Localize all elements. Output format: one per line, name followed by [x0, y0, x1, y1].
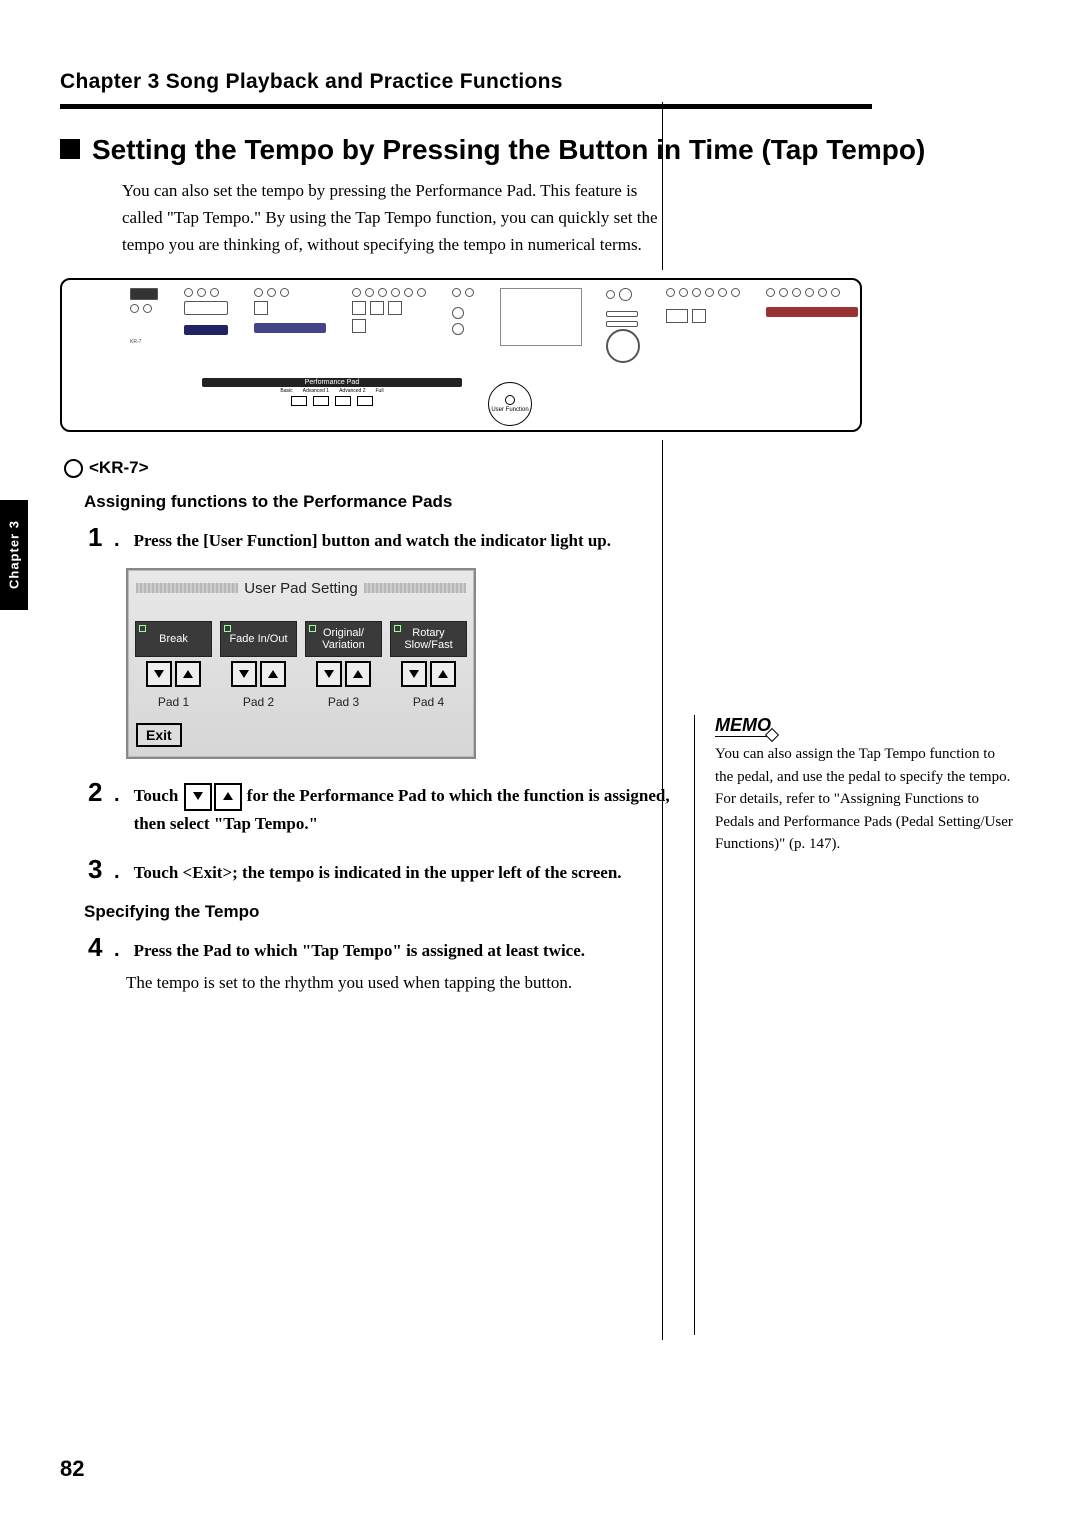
lcd-pad-cell[interactable]: Original/ Variation [305, 621, 382, 657]
perf-pad-button [357, 396, 373, 406]
arrow-up-icon[interactable] [430, 661, 456, 687]
step-2-text-a: Touch [134, 786, 183, 805]
step-4-text: Press the Pad to which "Tap Tempo" is as… [134, 938, 585, 964]
step-1-text: Press the [User Function] button and wat… [134, 528, 611, 554]
step-1: 1. Press the [User Function] button and … [88, 522, 678, 554]
arrow-down-icon[interactable] [316, 661, 342, 687]
step-3: 3. Touch <Exit>; the tempo is indicated … [88, 854, 678, 886]
intro-paragraph: You can also set the tempo by pressing t… [122, 177, 662, 259]
performance-pad-label: Performance Pad [202, 378, 462, 387]
arrow-up-icon [214, 783, 242, 811]
arrow-down-icon[interactable] [146, 661, 172, 687]
step-number: 2 [88, 777, 110, 808]
perf-btn-label: Advanced 2 [339, 388, 365, 394]
lcd-pad-col: Fade In/Out Pad 2 [221, 621, 296, 709]
chapter-side-tab: Chapter 3 [0, 500, 28, 610]
subheading-assigning: Assigning functions to the Performance P… [84, 492, 1020, 512]
step-4-subtext: The tempo is set to the rhythm you used … [126, 969, 686, 996]
arrow-up-icon[interactable] [345, 661, 371, 687]
memo-text: You can also assign the Tap Tempo functi… [715, 743, 1015, 856]
perf-pad-button [291, 396, 307, 406]
step-number: 4 [88, 932, 110, 963]
lcd-title-decoration-icon [136, 583, 238, 593]
column-divider-upper [662, 102, 663, 270]
memo-column: MEMO You can also assign the Tap Tempo f… [694, 715, 1015, 1335]
lcd-exit-button[interactable]: Exit [136, 723, 182, 747]
lcd-pad-label: Pad 3 [328, 695, 359, 709]
section-title-row: Setting the Tempo by Pressing the Button… [60, 133, 1020, 167]
arrow-down-icon [184, 783, 212, 811]
lcd-user-pad-setting: User Pad Setting Break Pad 1 Fade In/Out… [126, 568, 476, 759]
arrow-down-icon[interactable] [231, 661, 257, 687]
lcd-pad-cell[interactable]: Rotary Slow/Fast [390, 621, 467, 657]
arrow-up-icon[interactable] [175, 661, 201, 687]
column-divider-lower [662, 440, 663, 1340]
square-bullet-icon [60, 139, 80, 159]
perf-btn-label: Advanced 1 [303, 388, 329, 394]
chapter-header: Chapter 3 Song Playback and Practice Fun… [60, 70, 1020, 94]
memo-heading: MEMO [715, 715, 775, 737]
page: Chapter 3 Song Playback and Practice Fun… [0, 0, 1080, 1528]
lcd-pad-col: Break Pad 1 [136, 621, 211, 709]
lcd-pad-label: Pad 4 [413, 695, 444, 709]
step-2-text: Touch for the Performance Pad to which t… [134, 783, 678, 837]
section-title: Setting the Tempo by Pressing the Button… [92, 133, 925, 167]
lcd-pad-col: Rotary Slow/Fast Pad 4 [391, 621, 466, 709]
intro-column: You can also set the tempo by pressing t… [122, 177, 682, 259]
user-function-circle: User Function [488, 382, 532, 426]
step-number: 1 [88, 522, 110, 553]
perf-btn-label: Full [376, 388, 384, 394]
step-4: 4. Press the Pad to which "Tap Tempo" is… [88, 932, 678, 964]
lcd-title-decoration-icon [364, 583, 466, 593]
perf-pad-button [313, 396, 329, 406]
lcd-pad-label: Pad 2 [243, 695, 274, 709]
lcd-pad-col: Original/ Variation Pad 3 [306, 621, 381, 709]
model-label: KR-7 [130, 339, 158, 345]
lcd-pad-row: Break Pad 1 Fade In/Out Pad 2 Original/ … [136, 621, 466, 709]
kr7-label: <KR-7> [89, 458, 149, 478]
hardware-panel-figure: KR-7 [60, 278, 862, 432]
perf-pad-button [335, 396, 351, 406]
arrow-up-icon[interactable] [260, 661, 286, 687]
step-2: 2. Touch for the Performance Pad to whic… [88, 777, 678, 837]
kr7-heading: <KR-7> [64, 458, 1020, 478]
header-rule [60, 104, 872, 109]
user-function-label: User Function [491, 407, 528, 413]
performance-pad-callout: Performance Pad Basic Advanced 1 Advance… [202, 378, 462, 426]
lcd-pad-cell[interactable]: Break [135, 621, 212, 657]
perf-btn-label: Basic [280, 388, 292, 394]
lcd-pad-label: Pad 1 [158, 695, 189, 709]
circle-bullet-icon [64, 459, 83, 478]
arrow-down-icon[interactable] [401, 661, 427, 687]
lcd-pad-cell[interactable]: Fade In/Out [220, 621, 297, 657]
lcd-title: User Pad Setting [244, 580, 357, 597]
step-number: 3 [88, 854, 110, 885]
page-number: 82 [60, 1456, 84, 1482]
step-3-text: Touch <Exit>; the tempo is indicated in … [134, 860, 622, 886]
